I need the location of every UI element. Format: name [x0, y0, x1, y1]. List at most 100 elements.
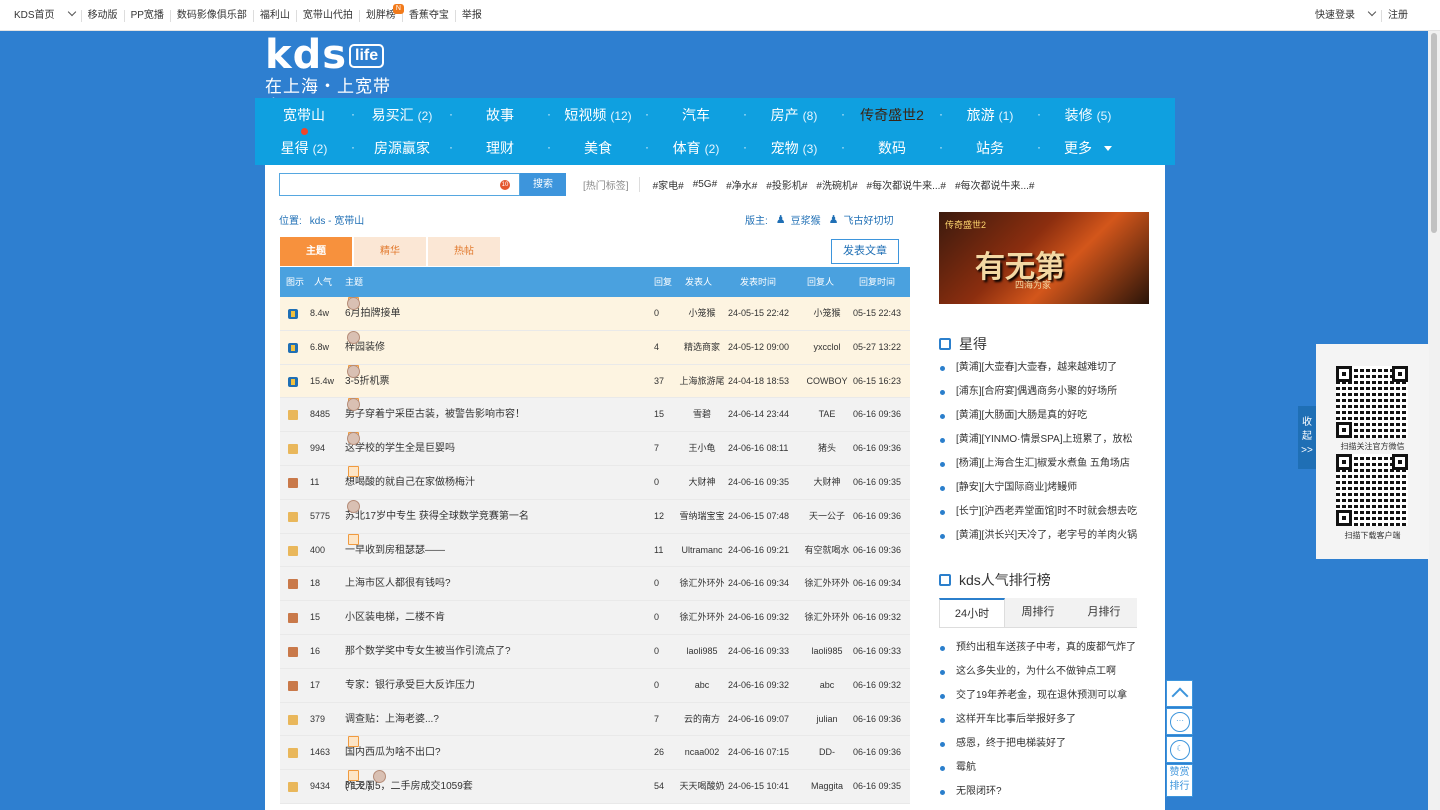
cell-author[interactable]: abc [677, 669, 727, 702]
thread-title-text[interactable]: 小区装电梯，二楼不肯 [345, 601, 445, 634]
cell-author[interactable]: 王小龟 [677, 432, 727, 465]
cell-last[interactable]: 有空就喝水 [802, 534, 852, 567]
thread-title-text[interactable]: 苏北17岁中专生 获得全球数学竞赛第一名 [345, 500, 529, 533]
top-link-4[interactable]: 福利山 [254, 9, 297, 22]
list-item[interactable]: [黄浦][YINMO·情景SPA]上班累了，放松 [939, 428, 1154, 452]
nav-item-row1-4[interactable]: 汽车 [647, 105, 745, 125]
list-item[interactable]: 感恩，终于把电梯装好了 [939, 732, 1154, 756]
hot-tag[interactable]: #洗碗机# [816, 177, 857, 192]
list-item[interactable]: 交了19年养老金，现在退休预测可以拿 [939, 684, 1154, 708]
cell-author[interactable]: 大财神 [677, 466, 727, 499]
cell-last[interactable]: 徐汇外环外 [802, 601, 852, 634]
thread-title-text[interactable]: 男子穿着宁采臣古装，被警告影响市容！ [345, 398, 525, 431]
nav-item-row2-6[interactable]: 数码 [843, 138, 941, 158]
top-link-8[interactable]: 举报 [456, 10, 488, 22]
thread-title[interactable]: 昨天周5，二手房成交1059套( 1 2 ) [345, 770, 473, 803]
thread-title-text[interactable]: 这学校的学生全是巨婴吗 [345, 432, 455, 465]
cell-author[interactable]: ncaa002 [677, 736, 727, 769]
scrollbar-thumb[interactable] [1431, 33, 1437, 233]
cell-last[interactable]: COWBOY [802, 365, 852, 398]
top-link-3[interactable]: 数码影像俱乐部 [171, 9, 254, 22]
breadcrumb-path[interactable]: kds - 宽带山 [310, 216, 364, 227]
tab-1[interactable]: 精华 [354, 237, 426, 266]
nav-item-row1-8[interactable]: 装修 (5) [1039, 105, 1137, 125]
hot-tag[interactable]: #家电# [653, 177, 684, 192]
top-link-6[interactable]: 划胖榜 N [360, 3, 404, 22]
hot-tag[interactable]: #净水# [726, 177, 757, 192]
top-link-2[interactable]: PP宽播 [125, 9, 171, 22]
nav-item-row1-0[interactable]: 宽带山 [255, 105, 353, 125]
back-to-top-button[interactable] [1166, 680, 1193, 707]
tab-2[interactable]: 热帖 [428, 237, 500, 266]
list-item[interactable]: [杨浦][上海合生汇]椒爱水煮鱼 五角场店 [939, 452, 1154, 476]
moderator-link[interactable]: ♟ 飞古好切切 [829, 212, 894, 227]
list-item[interactable]: 霉航 [939, 756, 1154, 780]
cell-author[interactable]: laoli985 [677, 635, 727, 668]
cell-author[interactable]: 雪纳瑞宝宝 [677, 500, 727, 533]
cell-author[interactable]: 上海旅游尾 [677, 365, 727, 398]
thread-title-text[interactable]: 专家：银行承受巨大反诈压力 [345, 669, 475, 702]
cell-last[interactable]: 徐汇外环外 [802, 567, 852, 600]
cell-last[interactable]: TAE [802, 398, 852, 431]
cell-last[interactable]: abc [802, 669, 852, 702]
cell-author[interactable]: 徐汇外环外 [677, 601, 727, 634]
thread-title-text[interactable]: 一早收到房租瑟瑟—— [345, 534, 445, 567]
cell-author[interactable]: 云的南方 [677, 703, 727, 736]
nav-item-row2-1[interactable]: 房源赢家 [353, 138, 451, 158]
cell-last[interactable]: yxcclol [802, 331, 852, 364]
list-item[interactable]: 无限闭环? [939, 780, 1154, 804]
thread-title-text[interactable]: 上海市区人都很有钱吗? [345, 567, 451, 600]
hot-tag[interactable]: #5G# [693, 179, 717, 190]
cell-last[interactable]: DD- [802, 736, 852, 769]
thread-title-text[interactable]: 昨天周5，二手房成交1059套 [345, 770, 473, 803]
cell-author[interactable]: 雪碧 [677, 398, 727, 431]
cell-last[interactable]: 小笼猴 [802, 297, 852, 330]
list-item[interactable]: [黄浦][大肠面]大肠是真的好吃 [939, 404, 1154, 428]
voice-icon[interactable]: 10 [500, 180, 510, 190]
top-link-0[interactable]: KDS首页 [8, 7, 82, 22]
rank-tab-0[interactable]: 24小时 [939, 598, 1005, 627]
thread-title-text[interactable]: 调查贴：上海老婆...? [345, 703, 439, 736]
cell-author[interactable]: 小笼猴 [677, 297, 727, 330]
nav-item-row1-3[interactable]: 短视频 (12) [549, 105, 647, 125]
nav-item-row1-1[interactable]: 易买汇 (2) [353, 105, 451, 125]
chat-button[interactable]: ··· [1166, 708, 1193, 735]
list-item[interactable]: [黄浦][大壶春]大壶春，越来越难切了 [939, 356, 1154, 380]
search-button[interactable]: 搜索 [520, 173, 566, 196]
list-item[interactable]: 这么多失业的，为什么不做钟点工啊 [939, 660, 1154, 684]
cell-author[interactable]: 徐汇外环外 [677, 567, 727, 600]
game-ad-banner[interactable]: 传奇盛世2 有无第 四海为家 [939, 212, 1149, 304]
register-link[interactable]: 注册 [1382, 10, 1414, 22]
tab-0[interactable]: 主题 [280, 237, 352, 266]
nav-item-row2-0[interactable]: 星得 (2) [255, 127, 353, 158]
nav-item-row2-7[interactable]: 站务 [941, 138, 1039, 158]
list-item[interactable]: [黄浦][洪长兴]天冷了，老字号的羊肉火锅 [939, 524, 1154, 548]
cell-last[interactable]: Maggita [802, 770, 852, 803]
list-item[interactable]: [长宁][沪西老弄堂面馆]时不时就会想去吃 [939, 500, 1154, 524]
nav-item-row2-8[interactable]: 更多 [1039, 138, 1137, 158]
thread-title-text[interactable]: 那个数学奖中专女生被当作引流点了? [345, 635, 511, 668]
new-post-button[interactable]: 发表文章 [831, 239, 899, 264]
thread-title-text[interactable]: 国内西瓜为啥不出口? [345, 736, 441, 769]
cell-author[interactable]: Ultramanc [677, 534, 727, 567]
cell-last[interactable]: laoli985 [802, 635, 852, 668]
nav-item-row1-5[interactable]: 房产 (8) [745, 105, 843, 125]
cell-author[interactable]: 天天喝酸奶 [677, 770, 727, 803]
cell-last[interactable]: 猪头 [802, 432, 852, 465]
rank-tab-2[interactable]: 月排行 [1071, 598, 1137, 627]
list-item[interactable]: 预约出租车送孩子中考，真的废都气炸了 [939, 636, 1154, 660]
cell-last[interactable]: 大财神 [802, 466, 852, 499]
nav-item-row1-6[interactable]: 传奇盛世2 [843, 105, 941, 125]
nav-item-row2-2[interactable]: 理财 [451, 138, 549, 158]
cell-last[interactable]: 天一公子 [802, 500, 852, 533]
hot-tag[interactable]: #投影机# [766, 177, 807, 192]
hot-tag[interactable]: #每次都说牛来...# [955, 177, 1034, 192]
thread-title-text[interactable]: 想喝酸的就自己在家做杨梅汁 [345, 466, 475, 499]
moderator-link[interactable]: ♟ 豆浆猴 [776, 212, 821, 227]
list-item[interactable]: 这样开车比事后举报好多了 [939, 708, 1154, 732]
rank-tab-1[interactable]: 周排行 [1005, 598, 1071, 627]
list-item[interactable]: [静安][大宁国际商业]烤鳗师 [939, 476, 1154, 500]
hot-tag[interactable]: #每次都说牛来...# [867, 177, 946, 192]
search-input[interactable]: 10 [279, 173, 520, 196]
cell-last[interactable]: julian [802, 703, 852, 736]
